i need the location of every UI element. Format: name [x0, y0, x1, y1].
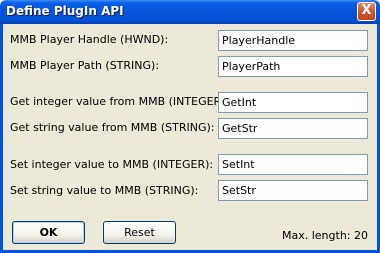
dialog-body: MMB Player Handle (HWND): PlayerHandle M…: [3, 24, 377, 250]
get-str-label: Get string value from MMB (STRING):: [10, 121, 215, 134]
title-bar[interactable]: Define PlugIn API X: [0, 0, 380, 24]
player-path-label: MMB Player Path (STRING):: [10, 59, 160, 72]
dialog-window: Define PlugIn API X MMB Player Handle (H…: [0, 0, 380, 253]
set-int-input[interactable]: SetInt: [218, 154, 368, 175]
get-str-input[interactable]: GetStr: [218, 118, 368, 139]
player-path-input[interactable]: PlayerPath: [218, 56, 368, 77]
get-int-label: Get integer value from MMB (INTEGER):: [10, 95, 230, 108]
window-title: Define PlugIn API: [6, 4, 124, 18]
set-str-input[interactable]: SetStr: [218, 180, 368, 201]
set-int-label: Set integer value to MMB (INTEGER):: [10, 158, 214, 171]
reset-button[interactable]: Reset: [103, 221, 176, 244]
get-int-input[interactable]: GetInt: [218, 92, 368, 113]
max-length-note: Max. length: 20: [282, 229, 368, 242]
close-icon[interactable]: X: [357, 2, 376, 21]
set-str-label: Set string value to MMB (STRING):: [10, 184, 199, 197]
close-glyph: X: [361, 3, 372, 18]
player-handle-label: MMB Player Handle (HWND):: [10, 33, 169, 46]
ok-button[interactable]: OK: [12, 221, 85, 244]
player-handle-input[interactable]: PlayerHandle: [218, 30, 368, 51]
